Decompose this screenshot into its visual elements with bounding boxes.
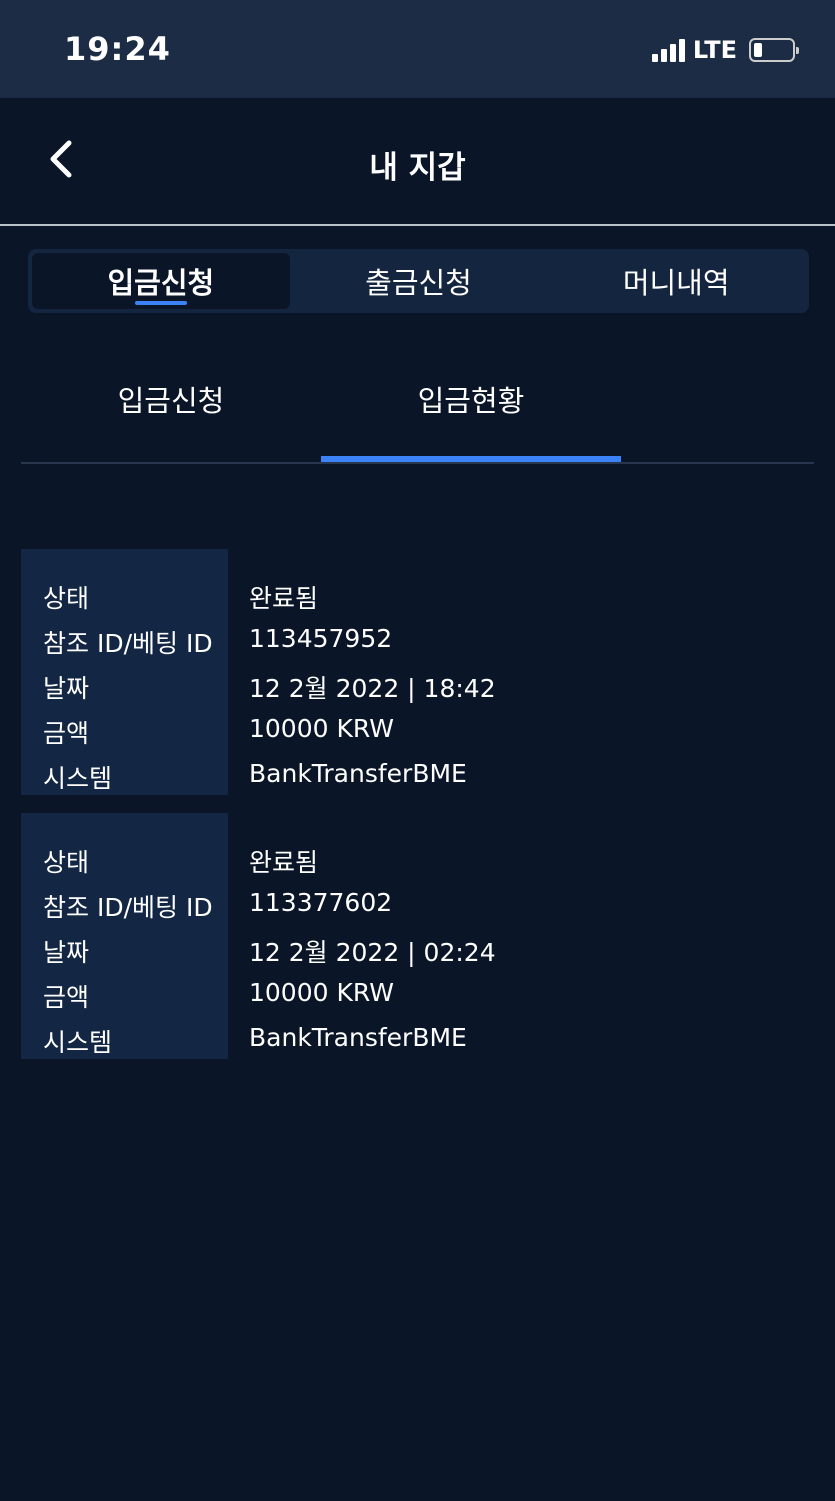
row-label: 참조 ID/베팅 ID (43, 629, 213, 658)
header: 내 지갑 (0, 98, 835, 226)
row-label: 날짜 (43, 938, 90, 967)
row-value: 12 2월 2022 | 02:24 (249, 938, 496, 967)
status-bar: 19:24 LTE (0, 0, 835, 98)
deposit-record: 상태 완료됨 참조 ID/베팅 ID 113377602 날짜 12 2월 20… (21, 813, 814, 1059)
row-value: 12 2월 2022 | 18:42 (249, 674, 496, 703)
row-label: 상태 (43, 584, 90, 613)
subtab-deposit-status[interactable]: 입금현황 (321, 378, 621, 462)
tab-money-history[interactable]: 머니내역 (547, 253, 805, 309)
tab-label: 입금신청 (107, 266, 215, 300)
row-label: 시스템 (43, 1028, 113, 1057)
record-row: 상태 완료됨 (21, 843, 814, 888)
tab-label: 머니내역 (622, 266, 730, 300)
active-subtab-indicator (321, 456, 621, 462)
tab-label: 출금신청 (365, 266, 472, 300)
main-tabs: 입금신청 출금신청 머니내역 (28, 249, 809, 313)
subtab-deposit-request[interactable]: 입금신청 (21, 378, 321, 458)
network-label: LTE (692, 36, 737, 64)
row-value: BankTransferBME (249, 759, 467, 788)
record-row: 시스템 BankTransferBME (21, 1023, 814, 1068)
row-value: 113457952 (249, 624, 393, 653)
battery-level (754, 43, 762, 57)
subtab-label: 입금현황 (417, 384, 525, 418)
row-value: BankTransferBME (249, 1023, 467, 1052)
record-row: 참조 ID/베팅 ID 113377602 (21, 888, 814, 933)
row-value: 10000 KRW (249, 714, 394, 743)
row-value: 113377602 (249, 888, 393, 917)
subtab-label: 입금신청 (117, 384, 225, 418)
sub-tabs: 입금신청 입금현황 (21, 360, 814, 464)
row-label: 시스템 (43, 764, 113, 793)
row-value: 10000 KRW (249, 978, 394, 1007)
tab-deposit-request[interactable]: 입금신청 (32, 253, 290, 309)
active-tab-indicator (134, 301, 187, 305)
page-title: 내 지갑 (369, 150, 466, 186)
row-label: 상태 (43, 848, 90, 877)
row-value: 완료됨 (249, 584, 319, 613)
record-row: 상태 완료됨 (21, 579, 814, 624)
record-row: 날짜 12 2월 2022 | 02:24 (21, 933, 814, 978)
record-row: 금액 10000 KRW (21, 978, 814, 1023)
signal-icon (651, 38, 685, 62)
deposit-record: 상태 완료됨 참조 ID/베팅 ID 113457952 날짜 12 2월 20… (21, 549, 814, 795)
row-label: 날짜 (43, 674, 90, 703)
status-time: 19:24 (64, 30, 171, 68)
record-row: 금액 10000 KRW (21, 714, 814, 759)
record-row: 시스템 BankTransferBME (21, 759, 814, 804)
tab-withdraw-request[interactable]: 출금신청 (290, 253, 548, 309)
battery-icon (749, 38, 799, 62)
row-value: 완료됨 (249, 848, 319, 877)
row-label: 참조 ID/베팅 ID (43, 893, 213, 922)
record-row: 날짜 12 2월 2022 | 18:42 (21, 669, 814, 714)
row-label: 금액 (43, 983, 90, 1012)
record-row: 참조 ID/베팅 ID 113457952 (21, 624, 814, 669)
deposit-records: 상태 완료됨 참조 ID/베팅 ID 113457952 날짜 12 2월 20… (21, 549, 814, 1077)
status-indicators: LTE (651, 36, 799, 64)
row-label: 금액 (43, 719, 90, 748)
